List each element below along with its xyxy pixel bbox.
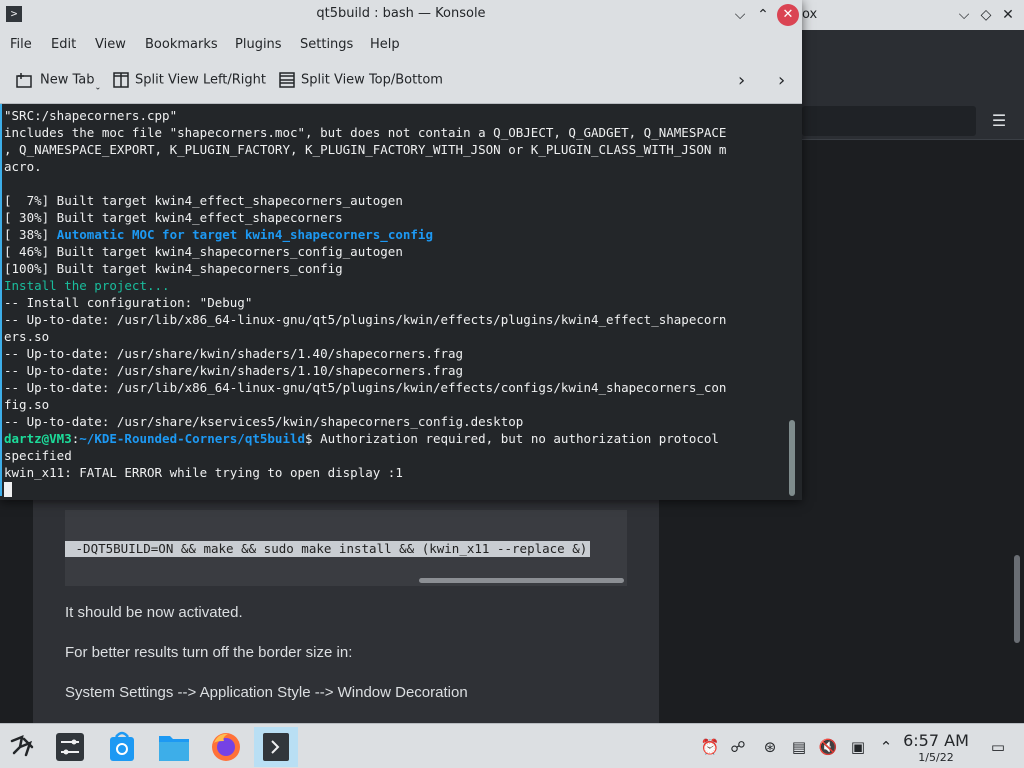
terminal-line: -- Up-to-date: /usr/share/kwin/shaders/1… — [4, 363, 464, 378]
konsole-title: qt5build : bash — Konsole — [316, 6, 486, 21]
menu-help[interactable]: Help — [370, 37, 400, 52]
display-config-icon[interactable]: ▣ — [848, 737, 868, 757]
clock-date[interactable]: 1/5/22 — [900, 751, 972, 764]
prompt-path: ~/KDE-Rounded-Corners/qt5build — [79, 431, 306, 446]
cursor-line — [4, 481, 784, 498]
chevron-right-icon[interactable]: › — [738, 70, 745, 91]
konsole-window: > qt5build : bash — Konsole ⌵ ⌃ ✕ File E… — [0, 0, 802, 500]
menu-edit[interactable]: Edit — [51, 37, 76, 52]
updates-icon[interactable]: ⊛ — [760, 737, 780, 757]
menu-view[interactable]: View — [95, 37, 126, 52]
page-scrollbar[interactable] — [1014, 555, 1020, 643]
split-vertical-icon — [113, 72, 129, 88]
settings-sliders-icon — [56, 733, 84, 761]
hamburger-menu-icon[interactable]: ☰ — [988, 110, 1010, 132]
split-left-right-label: Split View Left/Right — [135, 72, 267, 88]
kdeconnect-icon[interactable]: ☍ — [728, 737, 748, 757]
progress-prefix: [ 38%] — [4, 227, 57, 242]
terminal-icon — [263, 733, 289, 761]
close-icon[interactable]: ✕ — [997, 4, 1019, 26]
file-manager-button[interactable] — [152, 727, 196, 767]
system-settings-button[interactable] — [48, 727, 92, 767]
notifications-icon[interactable]: ⏰ — [700, 737, 720, 757]
terminal-line: -- Up-to-date: /usr/lib/x86_64-linux-gnu… — [4, 380, 727, 395]
minimize-icon[interactable]: ⌵ — [953, 4, 975, 26]
terminal-line: acro. — [4, 159, 42, 174]
split-horizontal-icon — [279, 72, 295, 88]
terminal-line: "SRC:/shapecorners.cpp" — [4, 108, 178, 123]
konsole-toolbar: New Tab⌄ Split View Left/Right Split Vie… — [0, 60, 802, 104]
firefox-button[interactable] — [204, 727, 248, 767]
prompt-line: dartz@VM3:~/KDE-Rounded-Corners/qt5build… — [4, 430, 784, 447]
discover-button[interactable] — [100, 727, 144, 767]
overflow-menu-icon[interactable]: › — [778, 70, 785, 91]
terminal-scrollbar[interactable] — [789, 420, 795, 496]
terminal-line: Install the project... — [4, 278, 170, 293]
terminal-line: , Q_NAMESPACE_EXPORT, K_PLUGIN_FACTORY, … — [4, 142, 727, 157]
prompt-output: $ Authorization required, but no authori… — [305, 431, 719, 446]
terminal-line: includes the moc file "shapecorners.moc"… — [4, 125, 727, 140]
minimize-icon[interactable]: ⌵ — [729, 4, 751, 26]
terminal-line: -- Up-to-date: /usr/share/kservices5/kwi… — [4, 414, 524, 429]
firefox-icon — [212, 733, 240, 761]
new-tab-button[interactable]: New Tab⌄ — [16, 72, 101, 92]
paragraph-activated: It should be now activated. — [65, 604, 243, 621]
code-line-selected[interactable]: -DQT5BUILD=ON && make && sudo make insta… — [65, 541, 591, 557]
moc-status-text: Automatic MOC for target kwin4_shapecorn… — [56, 227, 433, 242]
split-top-bottom-label: Split View Top/Bottom — [301, 72, 443, 88]
split-top-bottom-button[interactable]: Split View Top/Bottom — [279, 72, 443, 92]
menu-plugins[interactable]: Plugins — [235, 37, 282, 52]
paragraph-border-hint: For better results turn off the border s… — [65, 644, 353, 661]
terminal-line: [ 30%] Built target kwin4_effect_shapeco… — [4, 210, 343, 225]
split-left-right-button[interactable]: Split View Left/Right — [113, 72, 266, 92]
menu-bookmarks[interactable]: Bookmarks — [145, 37, 218, 52]
terminal-focus-marker — [0, 104, 2, 496]
discover-bag-icon — [110, 731, 134, 761]
terminal-line: [100%] Built target kwin4_shapecorners_c… — [4, 261, 343, 276]
keep-above-icon[interactable]: ◇ — [975, 4, 997, 26]
new-tab-icon — [16, 73, 32, 88]
terminal-output[interactable]: "SRC:/shapecorners.cpp" includes the moc… — [0, 104, 802, 500]
menu-settings[interactable]: Settings — [300, 37, 353, 52]
konsole-titlebar[interactable]: > qt5build : bash — Konsole ⌵ ⌃ ✕ — [0, 0, 802, 30]
show-desktop-icon[interactable]: ▭ — [988, 737, 1008, 757]
terminal-line: kwin_x11: FATAL ERROR while trying to op… — [4, 465, 403, 480]
close-icon[interactable]: ✕ — [777, 4, 799, 26]
terminal-line: [ 38%] Automatic MOC for target kwin4_sh… — [4, 226, 784, 243]
terminal-line: ers.so — [4, 329, 50, 344]
terminal-line: -- Install configuration: "Debug" — [4, 295, 253, 310]
terminal-line: specified — [4, 448, 72, 463]
konsole-task-button[interactable] — [254, 727, 298, 767]
clipboard-icon[interactable]: ▤ — [789, 737, 809, 757]
menu-file[interactable]: File — [10, 37, 32, 52]
maximize-icon[interactable]: ⌃ — [752, 4, 774, 26]
application-launcher-button[interactable] — [0, 727, 44, 767]
clock-time[interactable]: 6:57 AM — [900, 731, 972, 750]
menu-bar: File Edit View Bookmarks Plugins Setting… — [0, 30, 802, 60]
code-horizontal-scrollbar[interactable] — [419, 578, 624, 583]
chevron-down-icon: ⌄ — [94, 82, 102, 92]
new-tab-label: New Tab — [40, 72, 95, 88]
taskbar: ⏰ ☍ ⊛ ▤ 🔇 ▣ ⌃ 6:57 AM 1/5/22 ▭ — [0, 723, 1024, 768]
terminal-line: [ 46%] Built target kwin4_shapecorners_c… — [4, 244, 403, 259]
background-window-title: ox — [802, 7, 818, 22]
kde-launcher-icon — [10, 734, 34, 757]
background-url-field[interactable] — [802, 106, 976, 136]
background-toolbar — [802, 30, 1024, 102]
folder-icon — [159, 736, 189, 761]
volume-muted-icon[interactable]: 🔇 — [818, 737, 838, 757]
expand-tray-icon[interactable]: ⌃ — [876, 737, 896, 757]
prompt-user: dartz@VM3 — [4, 431, 72, 446]
terminal-line: fig.so — [4, 397, 50, 412]
terminal-line: [ 7%] Built target kwin4_effect_shapecor… — [4, 193, 403, 208]
terminal-cursor — [4, 482, 12, 497]
terminal-line: -- Up-to-date: /usr/lib/x86_64-linux-gnu… — [4, 312, 727, 327]
terminal-line: -- Up-to-date: /usr/share/kwin/shaders/1… — [4, 346, 464, 361]
paragraph-settings-path: System Settings --> Application Style --… — [65, 684, 468, 701]
